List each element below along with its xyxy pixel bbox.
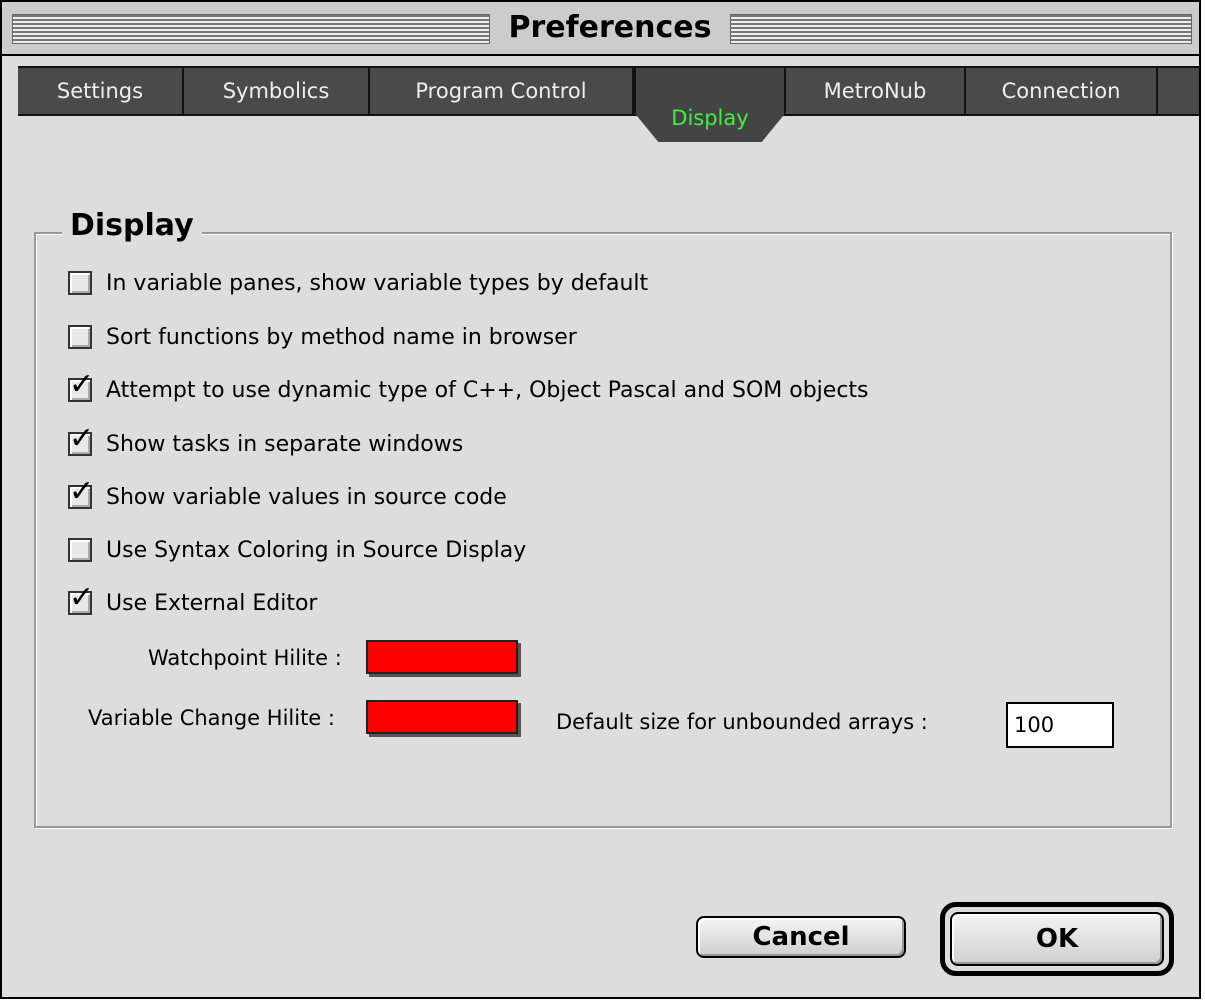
option-label: Show tasks in separate windows: [106, 431, 464, 457]
option-variable-values[interactable]: ✓ Show variable values in source code: [68, 477, 507, 512]
display-group-title: Display: [62, 206, 202, 246]
variable-change-hilite-swatch[interactable]: [366, 700, 518, 734]
dynamic-type-checkbox[interactable]: ✓: [68, 370, 94, 402]
preferences-window: Preferences Settings Symbolics Program C…: [0, 0, 1201, 999]
tab-display[interactable]: Display: [634, 68, 786, 142]
tab-program-control[interactable]: Program Control: [370, 68, 634, 114]
tab-settings[interactable]: Settings: [18, 68, 184, 114]
sort-functions-checkbox[interactable]: [68, 325, 92, 349]
title-bar-stripes-right: [730, 14, 1192, 44]
option-label: In variable panes, show variable types b…: [106, 270, 649, 296]
option-syntax-coloring[interactable]: Use Syntax Coloring in Source Display: [68, 535, 526, 565]
tab-metronub[interactable]: MetroNub: [786, 68, 966, 114]
watchpoint-hilite-label: Watchpoint Hilite :: [148, 646, 342, 670]
option-label: Show variable values in source code: [106, 484, 507, 510]
option-label: Sort functions by method name in browser: [106, 324, 577, 350]
option-dynamic-type[interactable]: ✓ Attempt to use dynamic type of C++, Ob…: [68, 370, 869, 405]
variable-values-checkbox[interactable]: ✓: [68, 477, 94, 509]
separate-windows-checkbox[interactable]: ✓: [68, 424, 94, 456]
tab-metronub-label: MetroNub: [823, 79, 927, 103]
window-title: Preferences: [498, 8, 722, 48]
option-label: Attempt to use dynamic type of C++, Obje…: [106, 377, 869, 403]
checkmark-icon: ✓: [69, 580, 95, 615]
tab-strip: Settings Symbolics Program Control Displ…: [18, 66, 1199, 142]
variable-change-hilite-label: Variable Change Hilite :: [88, 706, 335, 730]
option-sort-functions[interactable]: Sort functions by method name in browser: [68, 322, 577, 352]
checkmark-icon: ✓: [69, 474, 95, 509]
title-bar[interactable]: Preferences: [2, 2, 1199, 56]
checkmark-icon: ✓: [69, 367, 95, 402]
array-size-label: Default size for unbounded arrays :: [556, 710, 928, 734]
tab-connection-label: Connection: [1001, 79, 1121, 103]
ok-button[interactable]: OK: [950, 912, 1164, 966]
tab-program-control-label: Program Control: [415, 79, 587, 103]
option-external-editor[interactable]: ✓ Use External Editor: [68, 583, 318, 618]
show-variable-types-checkbox[interactable]: [68, 271, 92, 295]
array-size-input[interactable]: [1006, 702, 1114, 748]
external-editor-checkbox[interactable]: ✓: [68, 583, 94, 615]
watchpoint-hilite-swatch[interactable]: [366, 640, 518, 674]
syntax-coloring-checkbox[interactable]: [68, 538, 92, 562]
option-separate-windows[interactable]: ✓ Show tasks in separate windows: [68, 424, 464, 459]
tab-symbolics-label: Symbolics: [222, 79, 330, 103]
cancel-button[interactable]: Cancel: [696, 916, 906, 958]
checkmark-icon: ✓: [69, 421, 95, 456]
option-show-variable-types[interactable]: In variable panes, show variable types b…: [68, 268, 648, 298]
option-label: Use Syntax Coloring in Source Display: [106, 537, 527, 563]
tab-symbolics[interactable]: Symbolics: [184, 68, 370, 114]
tab-settings-label: Settings: [56, 79, 144, 103]
title-bar-stripes-left: [12, 14, 490, 44]
tab-connection[interactable]: Connection: [966, 68, 1158, 114]
tab-display-label: Display: [671, 106, 749, 130]
option-label: Use External Editor: [106, 590, 318, 616]
